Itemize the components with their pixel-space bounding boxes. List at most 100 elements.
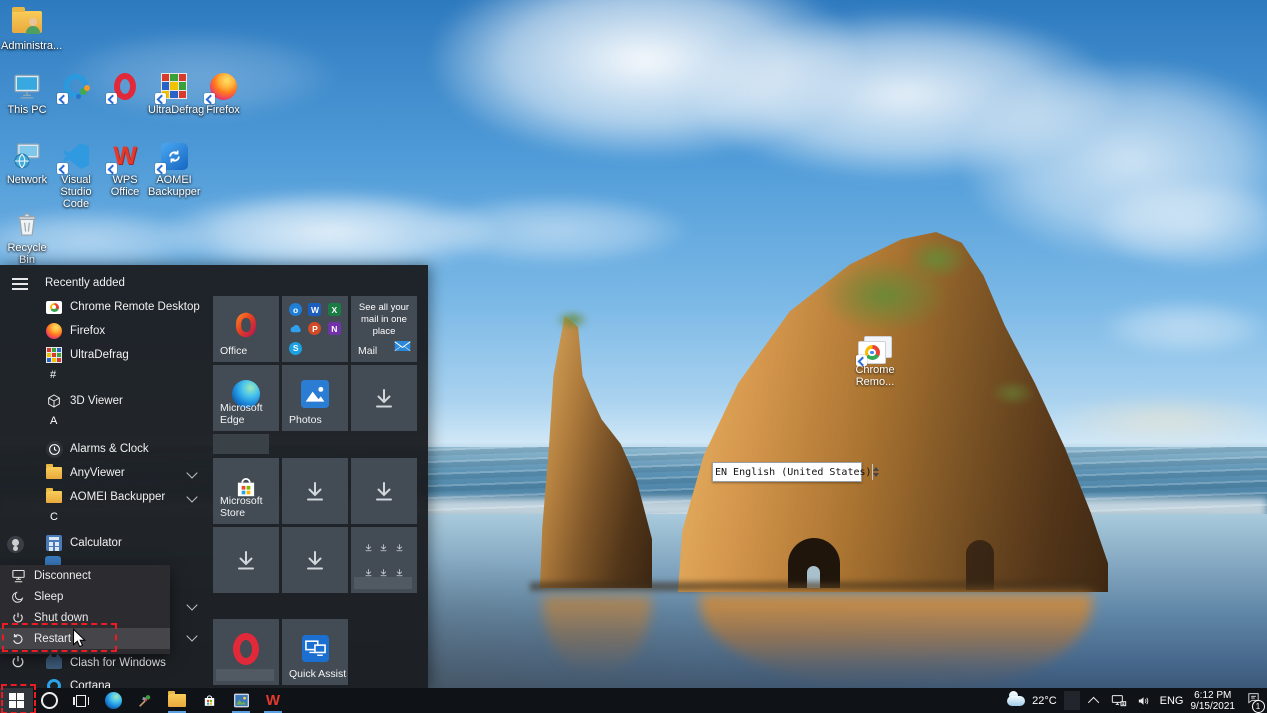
tile-opera[interactable]: [213, 619, 279, 685]
desktop-icon-recycle-bin[interactable]: Recycle Bin: [1, 208, 53, 266]
clock[interactable]: 6:12 PM 9/15/2021: [1191, 690, 1236, 712]
download-icon: [364, 543, 373, 552]
notification-badge: 1: [1252, 700, 1265, 713]
tile-photos[interactable]: Photos: [282, 365, 348, 431]
desktop-icon-label: This PC: [1, 104, 53, 116]
taskbar-app-edge[interactable]: [97, 688, 129, 713]
desktop-icon-administrator[interactable]: Administra...: [1, 6, 53, 52]
shortcut-arrow-icon: [106, 163, 117, 174]
speaker-icon: [1136, 694, 1151, 708]
tile-pending-download[interactable]: [351, 365, 417, 431]
desktop-icon-chrome-remote[interactable]: Chrome Remo...: [848, 336, 902, 388]
desktop-icon-ultradefrag[interactable]: UltraDefrag: [148, 70, 200, 116]
power-menu-item-sleep[interactable]: Sleep: [0, 586, 170, 607]
opera-icon: [233, 633, 259, 665]
tile-pending-download-group[interactable]: [351, 527, 417, 593]
language-bar-options-button[interactable]: [872, 464, 879, 480]
desktop-icon-opera[interactable]: [99, 70, 151, 104]
app-list-item-clash-for-windows[interactable]: Clash for Windows: [0, 651, 210, 675]
desktop-icon-label: Visual Studio Code: [50, 174, 102, 210]
tile-office[interactable]: Office: [213, 296, 279, 362]
desktop-icon-label: Network: [1, 174, 53, 186]
rock-arch: [788, 538, 840, 588]
tile-microsoft-store[interactable]: Microsoft Store: [213, 458, 279, 524]
desktop-icon-this-pc[interactable]: This PC: [1, 70, 53, 116]
onenote-icon: N: [328, 322, 341, 335]
desktop-icon-vscode[interactable]: Visual Studio Code: [50, 140, 102, 210]
word-icon: W: [308, 303, 321, 316]
shortcut-arrow-icon: [155, 93, 166, 104]
menu-expand-button[interactable]: [12, 278, 28, 290]
time-text: 6:12 PM: [1191, 690, 1236, 701]
cortana-search-button[interactable]: [33, 688, 65, 713]
taskbar-app-store[interactable]: [193, 688, 225, 713]
tray-hidden-slot: [1064, 691, 1080, 710]
ultradefrag-icon: [45, 346, 63, 364]
chevron-down-icon[interactable]: [186, 630, 197, 641]
desktop-icon-label: AOMEI Backupper: [148, 174, 200, 198]
desktop-icon-wps[interactable]: W WPS Office: [99, 140, 151, 198]
shortcut-arrow-icon: [204, 93, 215, 104]
shortcut-label-line2: Remo...: [848, 376, 902, 388]
taskbar-app-file-explorer[interactable]: [161, 688, 193, 713]
tile-pending-download[interactable]: [213, 527, 279, 593]
app-list-item-ultradefrag[interactable]: UltraDefrag: [0, 343, 210, 367]
volume-tray-button[interactable]: [1135, 688, 1153, 713]
taskbar-app-utility[interactable]: [129, 688, 161, 713]
app-list-item-aomei-backupper[interactable]: AOMEI Backupper: [0, 485, 210, 509]
sync-arrows-icon: [165, 147, 184, 166]
power-icon: [10, 610, 26, 626]
ethernet-network-icon: [1111, 694, 1127, 708]
app-list-item-calculator[interactable]: Calculator: [0, 531, 210, 555]
taskbar-app-wps[interactable]: W: [257, 688, 289, 713]
weather-cloud-icon[interactable]: [1007, 695, 1025, 706]
folder-icon: [45, 464, 63, 482]
desktop-icon-label: WPS Office: [99, 174, 151, 198]
tile-pending-download[interactable]: [282, 527, 348, 593]
calculator-icon: [45, 534, 63, 552]
tile-office-suite[interactable]: o W X P N S: [282, 296, 348, 362]
app-list-item-alarms-clock[interactable]: Alarms & Clock: [0, 437, 210, 461]
tile-microsoft-edge[interactable]: Microsoft Edge: [213, 365, 279, 431]
show-hidden-icons-button[interactable]: [1087, 688, 1103, 713]
app-list-item-anyviewer[interactable]: AnyViewer: [0, 461, 210, 485]
download-icon: [395, 568, 404, 577]
start-button[interactable]: [0, 688, 33, 713]
power-menu-item-disconnect[interactable]: Disconnect: [0, 565, 170, 586]
chrome-remote-icon: [45, 298, 63, 316]
app-list-item-partial[interactable]: [45, 556, 61, 565]
download-icon: [351, 458, 417, 524]
disconnect-icon: [10, 568, 26, 584]
network-icon: [11, 141, 43, 171]
shortcut-arrow-icon: [856, 355, 867, 366]
section-header-a[interactable]: A: [50, 415, 57, 427]
section-header-hash[interactable]: #: [50, 369, 56, 381]
cortana-icon: [41, 692, 58, 709]
download-icon: [379, 543, 388, 552]
tile-mail[interactable]: See all your mail in one place Mail: [351, 296, 417, 362]
desktop-icon-label: UltraDefrag: [148, 104, 200, 116]
chevron-down-icon[interactable]: [186, 599, 197, 610]
language-indicator[interactable]: ENG: [1160, 695, 1184, 707]
power-menu-item-shut-down[interactable]: Shut down: [0, 607, 170, 628]
network-tray-button[interactable]: [1110, 688, 1128, 713]
task-view-button[interactable]: [65, 688, 97, 713]
temperature-text[interactable]: 22°C: [1032, 695, 1057, 707]
download-icon: [282, 527, 348, 593]
app-list-item-chrome-remote-desktop[interactable]: Chrome Remote Desktop: [0, 295, 210, 319]
tile-quick-assist[interactable]: Quick Assist: [282, 619, 348, 685]
section-header-c[interactable]: C: [50, 511, 58, 523]
desktop-icon-aomei[interactable]: AOMEI Backupper: [148, 140, 200, 198]
tile-pending-download[interactable]: [351, 458, 417, 524]
app-list-item-firefox[interactable]: Firefox: [0, 319, 210, 343]
desktop-icon-firefox[interactable]: Firefox: [197, 70, 249, 116]
language-bar[interactable]: EN English (United States): [712, 462, 862, 482]
tile-pending-download[interactable]: [282, 458, 348, 524]
3d-viewer-cube-icon: [45, 392, 63, 410]
app-list-item-3d-viewer[interactable]: 3D Viewer: [0, 389, 210, 413]
desktop-icon-anyviewer[interactable]: [50, 70, 102, 104]
desktop-icon-network[interactable]: Network: [1, 140, 53, 186]
action-center-button[interactable]: 1: [1242, 688, 1264, 713]
shortcut-arrow-icon: [57, 163, 68, 174]
taskbar-app-photo-viewer[interactable]: [225, 688, 257, 713]
